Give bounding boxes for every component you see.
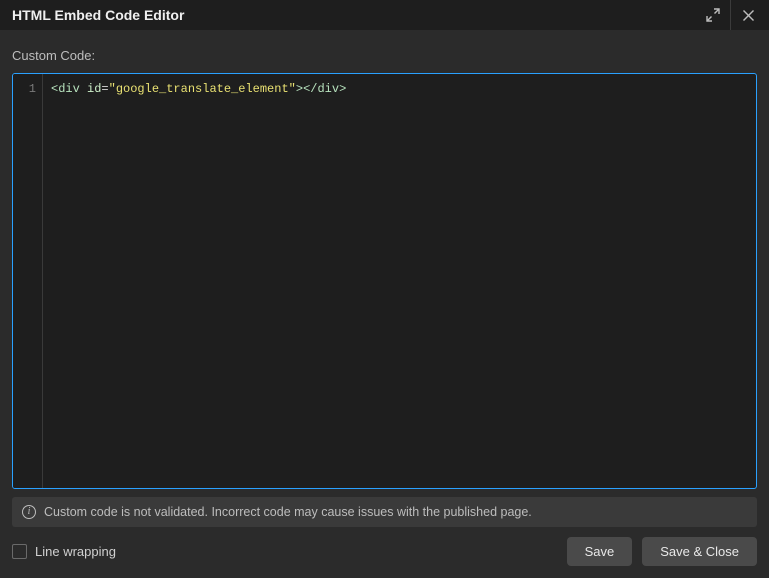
footer: Line wrapping Save Save & Close [12,537,757,566]
expand-button[interactable] [698,0,728,30]
code-token: div [58,82,80,96]
validation-notice: i Custom code is not validated. Incorrec… [12,497,757,527]
info-icon: i [22,505,36,519]
close-icon [742,9,755,22]
code-token: div [317,82,339,96]
modal-title: HTML Embed Code Editor [12,7,698,23]
custom-code-label: Custom Code: [12,48,757,63]
code-token: > [296,82,303,96]
code-token: </ [303,82,317,96]
line-wrapping-label: Line wrapping [35,544,116,559]
code-token [80,82,87,96]
code-editor[interactable]: 1 <div id="google_translate_element"></d… [12,73,757,489]
line-wrapping-toggle[interactable]: Line wrapping [12,544,116,559]
expand-icon [706,8,720,22]
code-token: = [101,82,108,96]
line-number: 1 [13,80,36,98]
save-button[interactable]: Save [567,537,633,566]
titlebar: HTML Embed Code Editor [0,0,769,30]
close-button[interactable] [733,0,763,30]
titlebar-divider [730,0,731,30]
code-token: > [339,82,346,96]
checkbox-icon [12,544,27,559]
code-area[interactable]: <div id="google_translate_element"></div… [43,74,756,488]
code-token: id [87,82,101,96]
content: Custom Code: 1 <div id="google_translate… [0,30,769,578]
code-token: "google_translate_element" [109,82,296,96]
notice-text: Custom code is not validated. Incorrect … [44,505,532,519]
line-number-gutter: 1 [13,74,43,488]
save-close-button[interactable]: Save & Close [642,537,757,566]
